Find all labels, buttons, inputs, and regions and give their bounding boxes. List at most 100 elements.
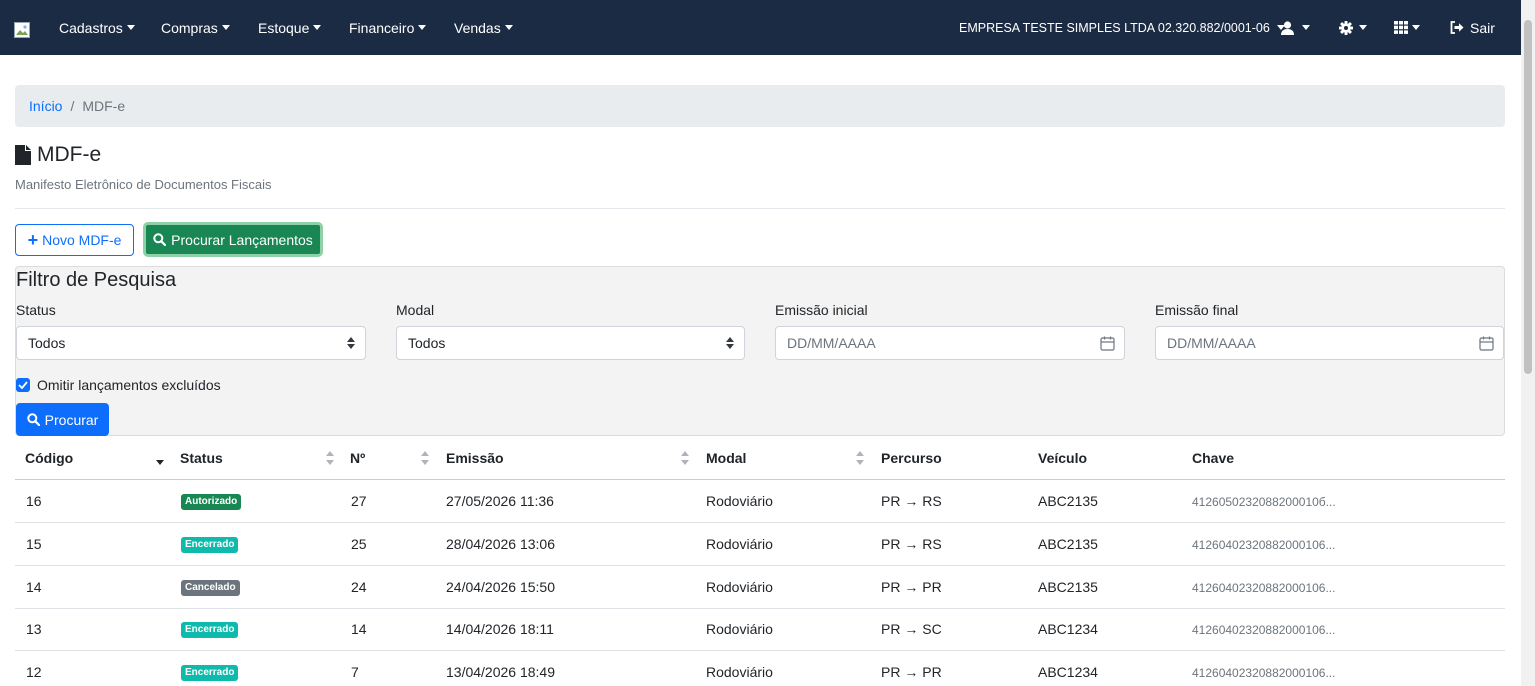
table-row[interactable]: 12 Encerrado 7 13/04/2026 18:49 Rodoviár… — [15, 651, 1505, 686]
table-row[interactable]: 14 Cancelado 24 24/04/2026 15:50 Rodoviá… — [15, 566, 1505, 609]
status-badge: Autorizado — [181, 494, 242, 510]
search-button[interactable]: Procurar — [16, 403, 109, 436]
column-header-percurso: Percurso — [881, 450, 942, 466]
chevron-down-icon — [1412, 25, 1420, 30]
gear-icon — [1339, 20, 1353, 35]
status-select-value: Todos — [28, 335, 66, 351]
cell-modal: Rodoviário — [706, 536, 773, 552]
cell-codigo: 15 — [26, 536, 42, 552]
logo-image-icon[interactable] — [14, 22, 30, 38]
cell-codigo: 12 — [26, 664, 42, 680]
cell-percurso: PR → RS — [881, 536, 942, 552]
cell-veiculo: ABC2135 — [1038, 579, 1098, 595]
cell-veiculo: ABC2135 — [1038, 493, 1098, 509]
table-row[interactable]: 16 Autorizado 27 27/05/2026 11:36 Rodovi… — [15, 480, 1505, 523]
menu-vendas[interactable]: Vendas — [454, 0, 513, 55]
sort-icon[interactable] — [421, 451, 429, 465]
cell-chave: 41260402320882000106... — [1192, 538, 1336, 552]
cell-emissao: 27/05/2026 11:36 — [446, 493, 554, 509]
column-header-status[interactable]: Status — [180, 450, 223, 466]
search-launches-label: Procurar Lançamentos — [171, 231, 313, 248]
cell-numero: 24 — [351, 579, 367, 595]
cell-emissao: 14/04/2026 18:11 — [446, 621, 554, 637]
search-launches-button[interactable]: Procurar Lançamentos — [143, 222, 323, 257]
filter-title: Filtro de Pesquisa — [16, 269, 177, 291]
apps-menu[interactable] — [1394, 0, 1420, 55]
company-selector[interactable]: EMPRESA TESTE SIMPLES LTDA 02.320.882/00… — [959, 0, 1285, 55]
grid-icon — [1394, 21, 1408, 34]
select-arrows-icon — [347, 337, 355, 349]
cell-emissao: 13/04/2026 18:49 — [446, 664, 555, 680]
status-badge: Encerrado — [181, 622, 239, 638]
chevron-down-icon — [313, 25, 322, 30]
emissao-final-input[interactable]: DD/MM/AAAA — [1155, 326, 1504, 360]
cell-veiculo: ABC1234 — [1038, 664, 1098, 680]
cell-numero: 7 — [351, 664, 359, 680]
logout-label: Sair — [1470, 19, 1495, 36]
cell-chave: 4126050232088200010б... — [1192, 495, 1336, 509]
calendar-icon[interactable] — [1479, 336, 1494, 351]
menu-cadastros[interactable]: Cadastros — [59, 0, 135, 55]
cell-percurso: PR → PR — [881, 579, 942, 595]
chevron-down-icon — [418, 25, 427, 30]
emissao-inicial-placeholder: DD/MM/AAAA — [787, 335, 876, 351]
cell-modal: Rodoviário — [706, 579, 773, 595]
modal-select[interactable]: Todos — [396, 326, 745, 360]
emissao-final-label: Emissão final — [1155, 302, 1239, 318]
sort-desc-icon[interactable] — [156, 451, 164, 465]
column-header-modal[interactable]: Modal — [706, 450, 746, 466]
column-header-veiculo: Veículo — [1038, 450, 1088, 466]
company-name: EMPRESA TESTE SIMPLES LTDA 02.320.882/00… — [959, 20, 1270, 35]
breadcrumb-home-link[interactable]: Início — [29, 98, 62, 114]
user-menu[interactable] — [1281, 0, 1310, 55]
sort-icon[interactable] — [681, 451, 689, 465]
cell-modal: Rodoviário — [706, 664, 773, 680]
table-row[interactable]: 13 Encerrado 14 14/04/2026 18:11 Rodoviá… — [15, 608, 1505, 651]
cell-emissao: 24/04/2026 15:50 — [446, 579, 555, 595]
cell-modal: Rodoviário — [706, 621, 773, 637]
omit-deleted-label[interactable]: Omitir lançamentos excluídos — [37, 377, 221, 393]
page-subtitle: Manifesto Eletrônico de Documentos Fisca… — [15, 177, 272, 192]
select-arrows-icon — [726, 337, 734, 349]
cell-percurso: PR → SC — [881, 621, 942, 637]
cell-numero: 14 — [351, 621, 367, 637]
chevron-down-icon — [504, 25, 513, 30]
emissao-final-placeholder: DD/MM/AAAA — [1167, 335, 1256, 351]
breadcrumb-separator: / — [70, 98, 75, 114]
sign-out-icon — [1450, 21, 1464, 34]
menu-compras-label: Compras — [161, 19, 218, 36]
column-header-codigo[interactable]: Código — [25, 450, 73, 466]
cell-codigo: 13 — [26, 621, 42, 637]
menu-compras[interactable]: Compras — [161, 0, 230, 55]
menu-financeiro[interactable]: Financeiro — [349, 0, 427, 55]
plus-icon: + — [27, 230, 39, 250]
emissao-inicial-input[interactable]: DD/MM/AAAA — [775, 326, 1125, 360]
search-button-label: Procurar — [44, 411, 99, 428]
omit-deleted-checkbox[interactable] — [16, 378, 30, 392]
menu-estoque[interactable]: Estoque — [258, 0, 322, 55]
page-title: MDF-e — [15, 143, 101, 167]
column-header-emissao[interactable]: Emissão — [446, 450, 504, 466]
status-badge: Encerrado — [181, 665, 239, 681]
calendar-icon[interactable] — [1100, 336, 1115, 351]
scrollbar-thumb[interactable] — [1524, 20, 1532, 374]
chevron-down-icon — [126, 25, 135, 30]
page-scrollbar[interactable] — [1521, 0, 1535, 686]
sort-icon[interactable] — [856, 451, 864, 465]
table-row[interactable]: 15 Encerrado 25 28/04/2026 13:06 Rodoviá… — [15, 523, 1505, 566]
menu-cadastros-label: Cadastros — [59, 19, 123, 36]
cell-emissao: 28/04/2026 13:06 — [446, 536, 555, 552]
status-badge: Encerrado — [181, 537, 239, 553]
cell-numero: 25 — [351, 536, 367, 552]
top-navbar: Cadastros Compras Estoque Financeiro Ven… — [0, 0, 1535, 55]
cell-chave: 41260402320882000106... — [1192, 581, 1336, 595]
logout-button[interactable]: Sair — [1450, 0, 1495, 55]
sort-icon[interactable] — [326, 451, 334, 465]
cell-modal: Rodoviário — [706, 493, 773, 509]
column-header-numero[interactable]: Nº — [350, 450, 365, 466]
status-select[interactable]: Todos — [16, 326, 366, 360]
new-mdfe-button[interactable]: + Novo MDF-e — [15, 224, 134, 256]
file-icon — [15, 145, 31, 165]
settings-menu[interactable] — [1339, 0, 1367, 55]
cell-percurso: PR → PR — [881, 664, 942, 680]
